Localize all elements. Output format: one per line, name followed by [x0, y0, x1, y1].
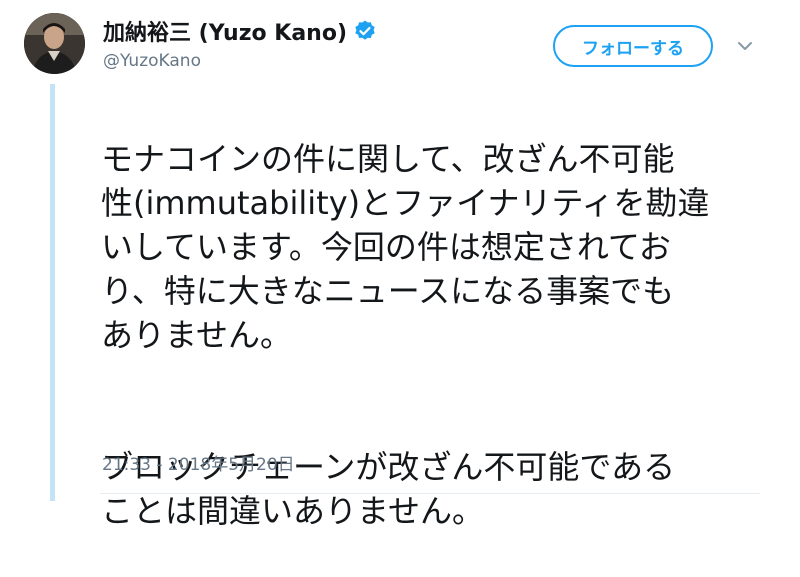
avatar[interactable] — [24, 13, 85, 74]
verified-badge-icon — [353, 19, 377, 43]
user-handle[interactable]: @YuzoKano — [103, 51, 201, 71]
follow-button[interactable]: フォローする — [553, 25, 713, 67]
tweet-timestamp[interactable]: 21:33 - 2018年5月20日 — [102, 450, 295, 475]
avatar-image — [24, 13, 85, 74]
tweet-text: モナコインの件に関して、改ざん不可能 性(immutability)とファイナリ… — [101, 93, 761, 577]
tweet-paragraph: モナコインの件に関して、改ざん不可能 性(immutability)とファイナリ… — [101, 140, 710, 354]
divider — [100, 493, 760, 494]
thread-line — [50, 84, 55, 501]
user-name-row: 加納裕三 (Yuzo Kano) — [103, 15, 377, 47]
display-name[interactable]: 加納裕三 (Yuzo Kano) — [103, 15, 347, 47]
chevron-down-icon[interactable] — [735, 38, 755, 54]
